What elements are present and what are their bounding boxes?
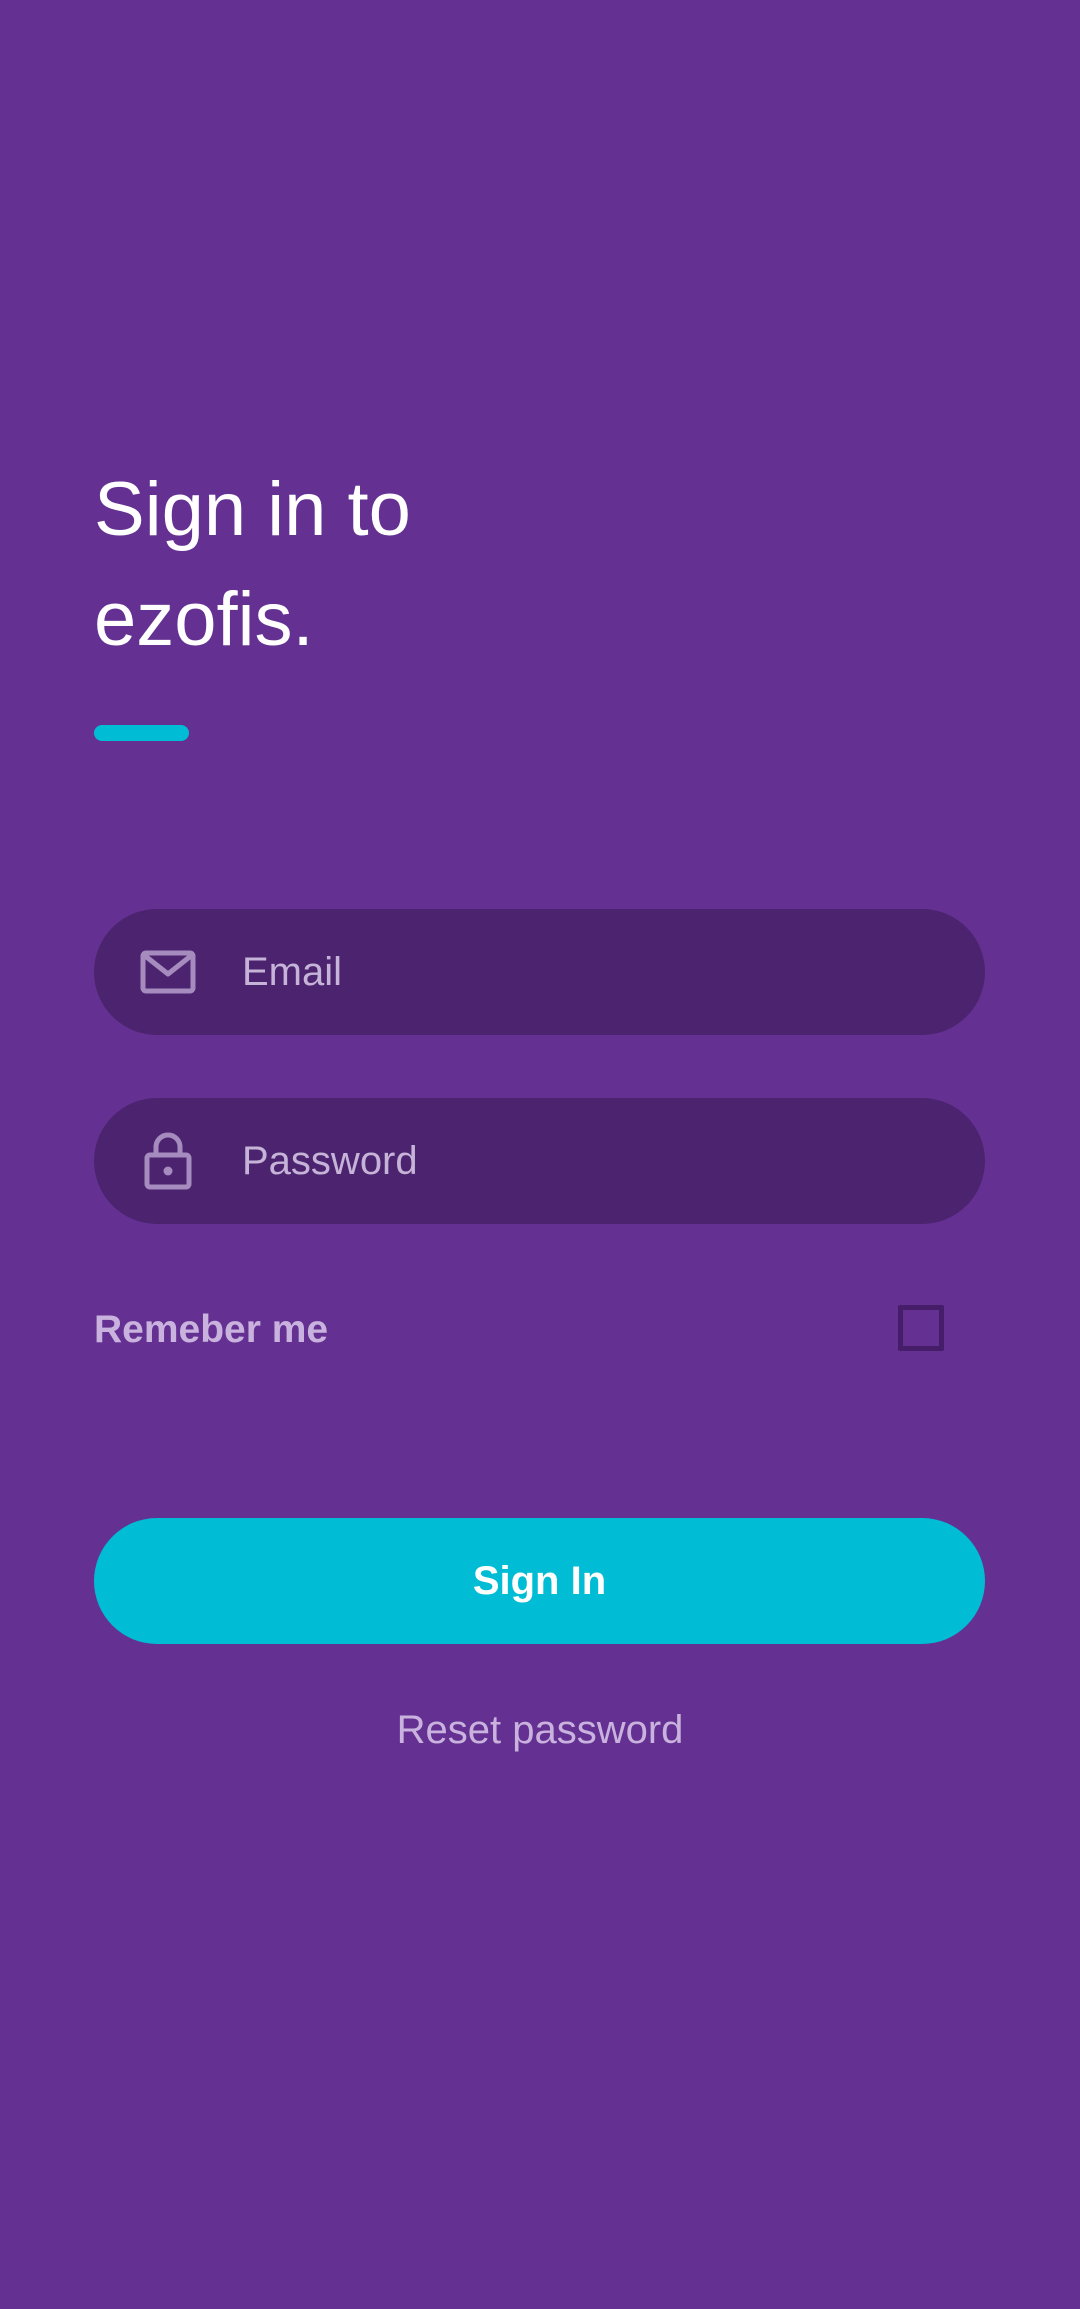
reset-password-link[interactable]: Reset password	[0, 1700, 1080, 1760]
remember-me-label: Remeber me	[94, 1308, 329, 1351]
password-field-container[interactable]	[94, 1098, 985, 1224]
mail-icon	[140, 944, 196, 1000]
email-field-container[interactable]	[94, 909, 985, 1035]
page-title: Sign in to ezofis.	[94, 455, 894, 675]
lock-icon	[140, 1132, 196, 1190]
page-title-line-2: ezofis.	[94, 577, 314, 662]
title-accent-bar	[94, 725, 189, 741]
page-title-line-1: Sign in to	[94, 467, 411, 552]
remember-me-checkbox[interactable]	[898, 1305, 944, 1351]
email-input[interactable]	[242, 909, 945, 1035]
password-input[interactable]	[242, 1098, 945, 1224]
sign-in-button[interactable]: Sign In	[94, 1518, 985, 1644]
